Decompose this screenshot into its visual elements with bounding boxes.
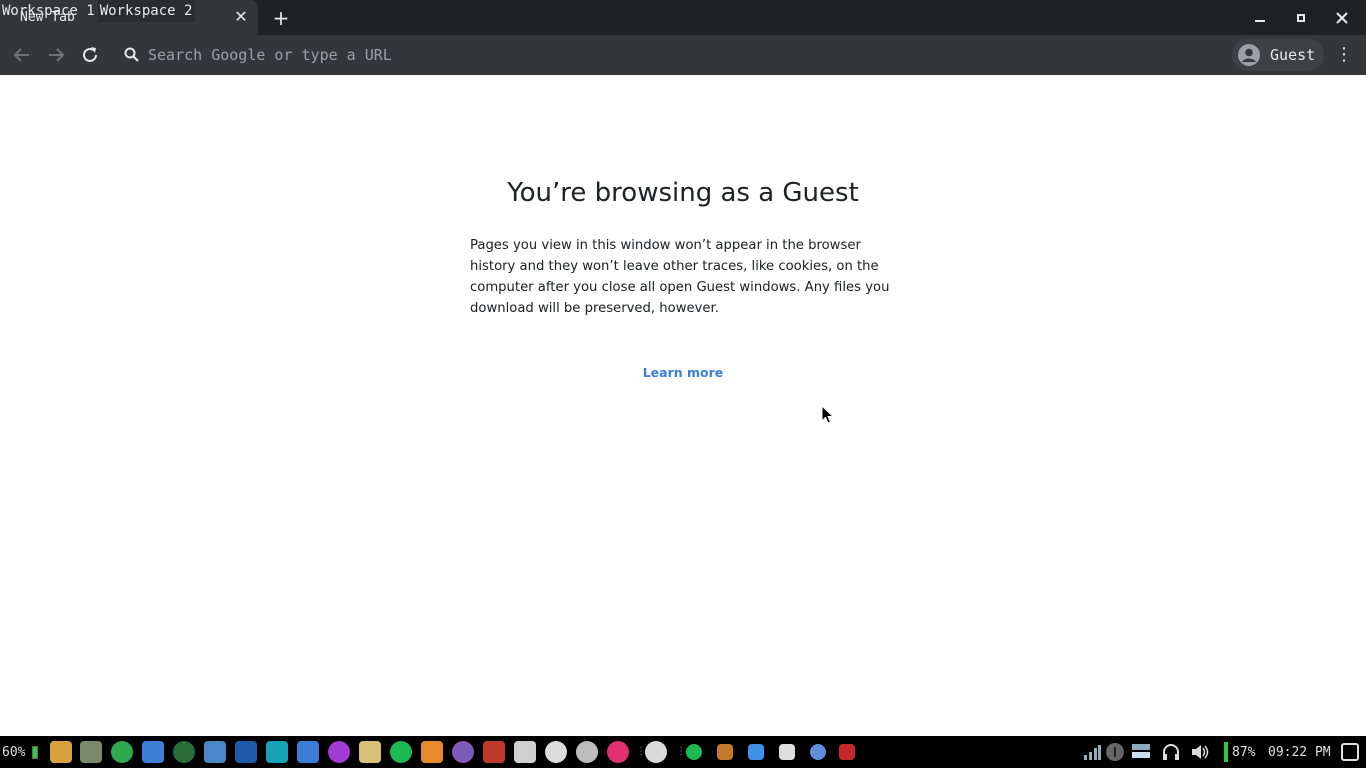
- taskbar: 60% ⋮ ⋮ 87% 09:22 PM: [0, 736, 1366, 768]
- maps-icon[interactable]: [111, 741, 133, 763]
- more-menu-icon[interactable]: ⋮: [1334, 43, 1354, 67]
- forward-button[interactable]: [44, 43, 68, 67]
- browser-toolbar: Guest ⋮: [0, 35, 1366, 75]
- clock[interactable]: 09:22 PM: [1268, 745, 1331, 760]
- guest-avatar-icon: [1238, 44, 1260, 66]
- chromium-small-icon[interactable]: [748, 744, 764, 760]
- omnibox-input[interactable]: [146, 39, 1206, 71]
- terminal-red-icon[interactable]: [483, 741, 505, 763]
- chrome-icon[interactable]: [810, 744, 826, 760]
- profile-button[interactable]: Guest: [1232, 39, 1324, 71]
- omnibox[interactable]: [112, 39, 1224, 71]
- arrow-forward-icon: [49, 48, 65, 62]
- sublime-text-icon[interactable]: [421, 741, 443, 763]
- network-icon[interactable]: [1082, 742, 1102, 762]
- reload-icon: [83, 47, 97, 62]
- guest-page: You’re browsing as a Guest Pages you vie…: [0, 75, 1366, 736]
- web-browser-icon[interactable]: [204, 741, 226, 763]
- tab-strip: New Tab ✕ Workspace 1 Workspace 2 +: [0, 0, 1366, 35]
- back-button[interactable]: [10, 43, 34, 67]
- page-title: You’re browsing as a Guest: [507, 178, 859, 208]
- minimize-icon[interactable]: [1250, 8, 1270, 28]
- incognito-icon[interactable]: [576, 741, 598, 763]
- tray-separator: ⋮: [636, 746, 646, 757]
- logout-icon[interactable]: [1341, 743, 1359, 761]
- globe-icon[interactable]: [173, 741, 195, 763]
- info-icon[interactable]: [1105, 742, 1125, 762]
- folder-icon[interactable]: [779, 744, 795, 760]
- workspace-switcher: Workspace 1 Workspace 2: [0, 0, 196, 22]
- package-icon[interactable]: [142, 741, 164, 763]
- workspace-1[interactable]: Workspace 1: [0, 0, 98, 22]
- monitor-icon[interactable]: [297, 741, 319, 763]
- battery-level-bar: [1224, 742, 1228, 762]
- clipboard-icon[interactable]: [359, 741, 381, 763]
- reload-button[interactable]: [78, 43, 102, 67]
- firefox-icon[interactable]: [328, 741, 350, 763]
- profile-name: Guest: [1270, 46, 1316, 64]
- learn-more-link[interactable]: Learn more: [0, 365, 1366, 380]
- spotify-small-icon[interactable]: [686, 744, 702, 760]
- display-icon[interactable]: [1131, 742, 1151, 762]
- spotify-icon[interactable]: [390, 741, 412, 763]
- search-icon: [124, 47, 139, 62]
- guest-description: Pages you view in this window won’t appe…: [470, 238, 890, 316]
- volume-icon[interactable]: [1190, 742, 1210, 762]
- workspace-2[interactable]: Workspace 2: [97, 0, 196, 22]
- tray-separator: ⋮: [676, 746, 686, 757]
- terminal-icon[interactable]: [839, 744, 855, 760]
- feather-icon[interactable]: [235, 741, 257, 763]
- archive-icon[interactable]: [80, 741, 102, 763]
- sublime-small-icon[interactable]: [717, 744, 733, 760]
- lightning-icon[interactable]: [266, 741, 288, 763]
- inkscape-icon[interactable]: [545, 741, 567, 763]
- mouse-pointer-icon: [821, 405, 835, 424]
- user-avatar-icon[interactable]: [645, 741, 667, 763]
- tab-close-icon[interactable]: ✕: [232, 8, 250, 26]
- battery-level-icon: [32, 746, 38, 759]
- close-window-icon[interactable]: [1332, 8, 1352, 28]
- new-tab-plus-icon[interactable]: +: [270, 7, 292, 29]
- notes-icon[interactable]: [514, 741, 536, 763]
- file-manager-icon[interactable]: [50, 741, 72, 763]
- arrow-back-icon: [13, 48, 29, 62]
- maximize-icon[interactable]: [1291, 8, 1311, 28]
- firefox-dev-icon[interactable]: [607, 741, 629, 763]
- battery-percentage: 87%: [1232, 745, 1256, 760]
- battery-percentage-left: 60%: [2, 745, 26, 760]
- headphones-icon[interactable]: [1161, 742, 1181, 762]
- emacs-icon[interactable]: [452, 741, 474, 763]
